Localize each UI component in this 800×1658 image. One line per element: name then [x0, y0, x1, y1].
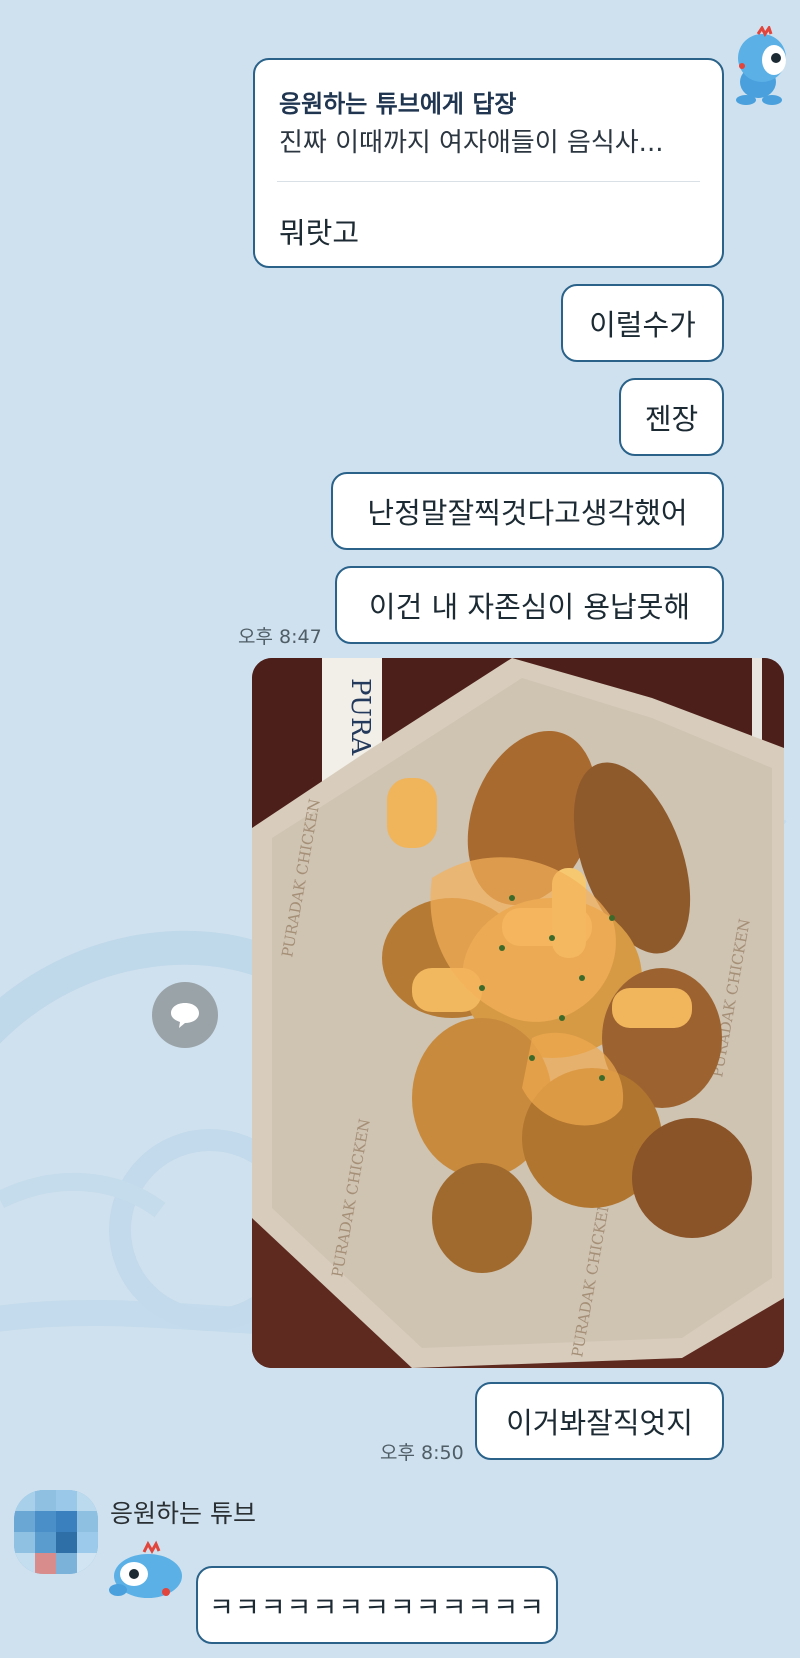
message-bubble[interactable]: 이거봐잘직엇지 [475, 1382, 724, 1460]
message-timestamp: 오후 8:47 [238, 626, 322, 648]
message-text: 난정말잘찍것다고생각했어 [367, 496, 688, 530]
pixelated-avatar-image [14, 1490, 98, 1574]
message-text: ㅋㅋㅋㅋㅋㅋㅋㅋㅋㅋㅋㅋㅋ [209, 1592, 545, 1624]
message-text: 이건 내 자존심이 용납못해 [368, 590, 691, 624]
food-photo[interactable]: PURA PURADAK CHICKEN PURADAK CHICKEN PUR… [252, 658, 784, 1368]
message-bubble[interactable]: 난정말잘찍것다고생각했어 [331, 472, 724, 550]
speech-bubble-icon [171, 1003, 199, 1028]
tube-mascot-icon [109, 1540, 182, 1598]
message-bubble[interactable]: 이럴수가 [561, 284, 724, 362]
reply-quoted-text[interactable]: 진짜 이때까지 여자애들이 음식사... [279, 122, 663, 159]
incoming-message-bubble[interactable]: ㅋㅋㅋㅋㅋㅋㅋㅋㅋㅋㅋㅋㅋ [196, 1566, 558, 1644]
message-timestamp: 오후 8:50 [380, 1442, 464, 1464]
message-bubble[interactable]: 이건 내 자존심이 용납못해 [335, 566, 724, 644]
message-text: 젠장 [644, 402, 699, 436]
chicken-photo-illustration: PURA PURADAK CHICKEN PURADAK CHICKEN PUR… [252, 658, 784, 1368]
tube-mascot-icon [736, 26, 786, 105]
sender-avatar[interactable] [14, 1490, 98, 1574]
box-brand-text: PURA [345, 678, 375, 757]
reply-body-text: 뭐랏고 [279, 216, 360, 250]
message-text: 이거봐잘직엇지 [506, 1406, 693, 1440]
reply-title: 응원하는 튜브에게 답장 [279, 90, 517, 118]
sender-name: 응원하는 튜브 [110, 1499, 256, 1528]
message-text: 이럴수가 [589, 308, 696, 342]
message-bubble[interactable]: 젠장 [619, 378, 724, 456]
reply-divider [277, 181, 700, 182]
share-button[interactable] [152, 982, 218, 1048]
reply-message-bubble[interactable]: 응원하는 튜브에게 답장 진짜 이때까지 여자애들이 음식사... 뭐랏고 [253, 58, 724, 268]
